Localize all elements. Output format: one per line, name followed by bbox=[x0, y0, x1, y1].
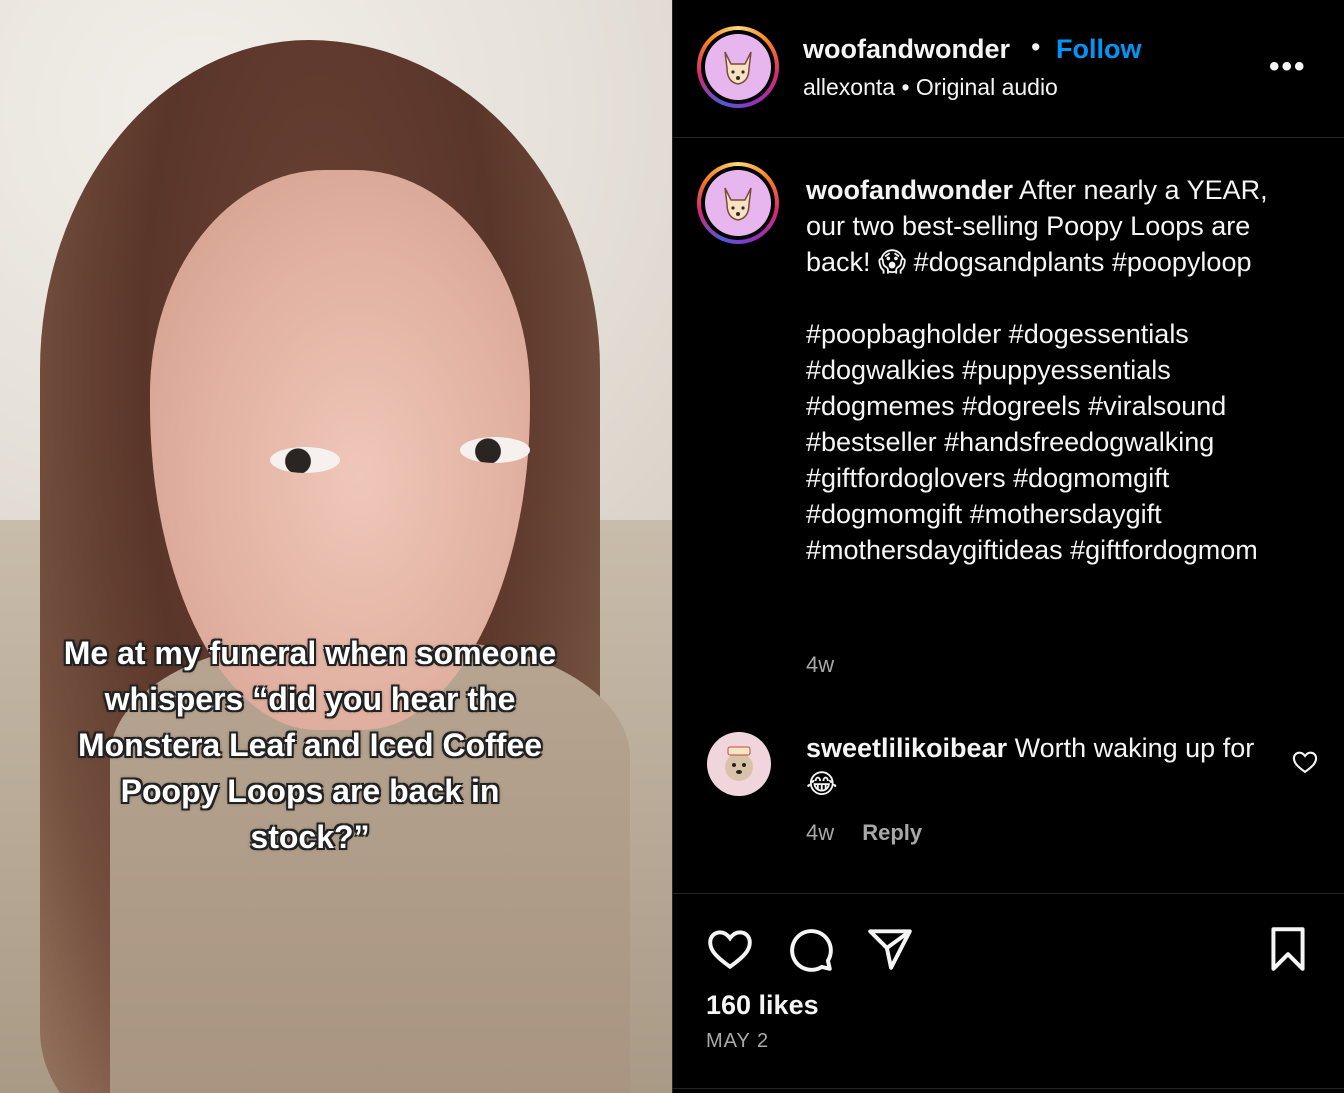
reply-button[interactable]: Reply bbox=[862, 820, 922, 845]
more-options-icon[interactable]: ••• bbox=[1269, 50, 1307, 84]
video-person-eye-right bbox=[460, 437, 530, 463]
audio-user-link[interactable]: allexonta bbox=[803, 74, 895, 100]
comment-like-icon[interactable] bbox=[1291, 748, 1319, 776]
save-bookmark-icon[interactable] bbox=[1263, 924, 1313, 974]
comment-age: 4w bbox=[806, 820, 835, 845]
like-heart-icon[interactable] bbox=[705, 924, 755, 974]
audio-line: allexonta • Original audio bbox=[803, 74, 1058, 101]
dog-logo-icon bbox=[724, 187, 752, 221]
video-overlay-text: Me at my funeral when someone whispers “… bbox=[63, 635, 557, 855]
caption-text: woofandwonder After nearly a YEAR, our t… bbox=[806, 172, 1286, 568]
header-username[interactable]: woofandwonder bbox=[803, 34, 1010, 65]
comment-username[interactable]: sweetlilikoibear bbox=[806, 733, 1007, 763]
video-person-eye-left bbox=[270, 447, 340, 473]
post-panel: woofandwonder • Follow allexonta • Origi… bbox=[672, 0, 1344, 1093]
comment-bubble-icon[interactable] bbox=[785, 924, 835, 974]
header-separator: • bbox=[1031, 32, 1041, 62]
comment-item: sweetlilikoibear Worth waking up for 😂 4… bbox=[673, 720, 1344, 880]
share-paper-plane-icon[interactable] bbox=[865, 924, 915, 974]
audio-separator: • bbox=[901, 74, 910, 100]
comment-meta: 4w Reply bbox=[806, 820, 922, 846]
comment-text: sweetlilikoibear Worth waking up for 😂 bbox=[806, 730, 1256, 802]
likes-count[interactable]: 160 likes bbox=[706, 990, 819, 1021]
follow-button[interactable]: Follow bbox=[1056, 34, 1141, 65]
dog-avatar-icon bbox=[725, 746, 753, 781]
dog-logo-icon bbox=[724, 51, 752, 85]
caption-age: 4w bbox=[806, 652, 835, 677]
divider bbox=[673, 1088, 1344, 1089]
reel-video[interactable]: Me at my funeral when someone whispers “… bbox=[0, 0, 672, 1093]
audio-link[interactable]: Original audio bbox=[916, 74, 1058, 100]
post-header: woofandwonder • Follow allexonta • Origi… bbox=[673, 0, 1344, 138]
commenter-avatar[interactable] bbox=[707, 732, 771, 796]
post-date: MAY 2 bbox=[706, 1030, 770, 1052]
caption-avatar[interactable] bbox=[697, 162, 779, 244]
caption-username[interactable]: woofandwonder bbox=[806, 175, 1013, 205]
profile-avatar[interactable] bbox=[697, 26, 779, 108]
post-actions: 160 likes MAY 2 bbox=[673, 893, 1344, 1093]
caption-body: After nearly a YEAR, our two best-sellin… bbox=[806, 175, 1268, 565]
